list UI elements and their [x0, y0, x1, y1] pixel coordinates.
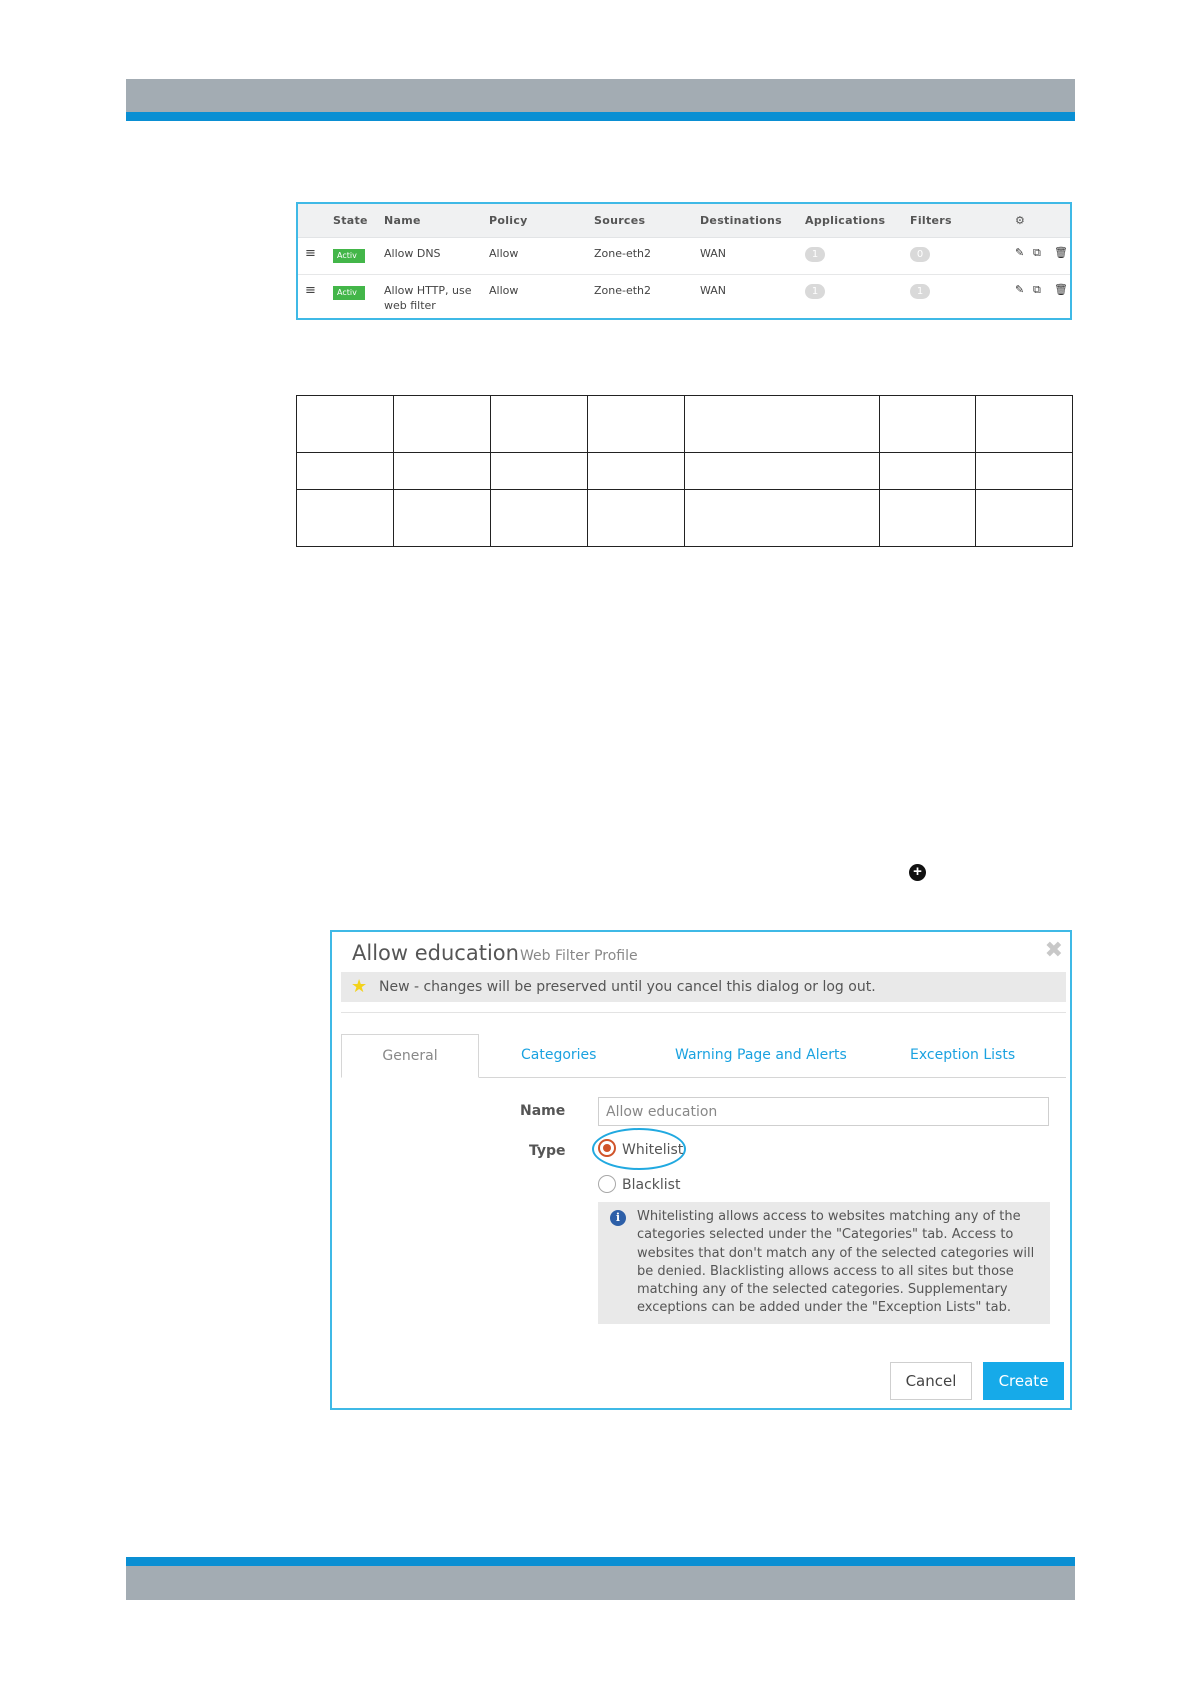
column-header-sources[interactable]: Sources	[594, 214, 645, 227]
rule-destinations: WAN	[700, 247, 727, 260]
copy-icon[interactable]: ⧉	[1033, 246, 1041, 260]
table-row: ≡ Activ Allow DNS Allow Zone-eth2 WAN 1 …	[298, 237, 1070, 275]
info-icon: i	[610, 1210, 626, 1226]
whitelist-radio[interactable]	[598, 1139, 616, 1157]
whitelist-label[interactable]: Whitelist	[622, 1142, 683, 1158]
star-icon: ★	[351, 976, 368, 997]
delete-icon[interactable]: 🗑	[1054, 283, 1068, 296]
column-header-destinations[interactable]: Destinations	[700, 214, 782, 227]
page-header-bar	[126, 79, 1075, 112]
column-header-state[interactable]: State	[333, 214, 368, 227]
tab-exception-lists[interactable]: Exception Lists	[910, 1047, 1015, 1063]
gear-icon[interactable]: ⚙	[1015, 214, 1025, 227]
filters-count: 1	[910, 284, 930, 299]
divider	[341, 1012, 1066, 1013]
firewall-rules-table: State Name Policy Sources Destinations A…	[296, 202, 1072, 320]
rule-name: Allow DNS	[384, 247, 441, 260]
rule-policy: Allow	[489, 247, 519, 260]
blacklist-label[interactable]: Blacklist	[622, 1177, 680, 1193]
name-input[interactable]	[598, 1097, 1049, 1126]
web-filter-profile-dialog: Allow education Web Filter Profile ✖ ★ N…	[330, 930, 1072, 1410]
menu-icon[interactable]: ≡	[305, 283, 316, 298]
rule-destinations: WAN	[700, 284, 727, 297]
empty-table	[296, 395, 1073, 547]
dialog-title: Allow education	[352, 941, 519, 965]
tab-categories[interactable]: Categories	[521, 1047, 596, 1063]
status-badge: Activ	[333, 286, 365, 300]
blacklist-radio[interactable]	[598, 1175, 616, 1193]
rule-sources: Zone-eth2	[594, 247, 652, 260]
add-icon: +	[909, 864, 926, 881]
page-header-stripe	[126, 112, 1075, 121]
edit-icon[interactable]: ✎	[1015, 246, 1024, 259]
table-header: State Name Policy Sources Destinations A…	[298, 204, 1070, 238]
column-header-name[interactable]: Name	[384, 214, 421, 227]
page-footer-stripe	[126, 1557, 1075, 1566]
column-header-filters[interactable]: Filters	[910, 214, 952, 227]
applications-count: 1	[805, 284, 825, 299]
tab-warning-page-and-alerts[interactable]: Warning Page and Alerts	[675, 1047, 847, 1063]
notice-bar: ★ New - changes will be preserved until …	[341, 972, 1066, 1002]
page-footer-bar	[126, 1566, 1075, 1600]
tab-general[interactable]: General	[341, 1034, 479, 1078]
rule-name: Allow HTTP, use	[384, 284, 472, 297]
name-label: Name	[520, 1103, 566, 1119]
create-button[interactable]: Create	[983, 1362, 1064, 1400]
copy-icon[interactable]: ⧉	[1033, 283, 1041, 297]
dialog-subtitle: Web Filter Profile	[520, 948, 638, 964]
menu-icon[interactable]: ≡	[305, 246, 316, 261]
applications-count: 1	[805, 247, 825, 262]
filters-count: 0	[910, 247, 930, 262]
close-icon[interactable]: ✖	[1045, 938, 1063, 963]
column-header-applications[interactable]: Applications	[805, 214, 885, 227]
edit-icon[interactable]: ✎	[1015, 283, 1024, 296]
rule-sources: Zone-eth2	[594, 284, 652, 297]
status-badge: Activ	[333, 249, 365, 263]
type-label: Type	[529, 1143, 566, 1159]
info-text: Whitelisting allows access to websites m…	[637, 1209, 1035, 1316]
rule-name-continued: web filter	[384, 299, 436, 312]
rule-policy: Allow	[489, 284, 519, 297]
info-box: i Whitelisting allows access to websites…	[598, 1202, 1050, 1324]
cancel-button[interactable]: Cancel	[890, 1362, 972, 1400]
delete-icon[interactable]: 🗑	[1054, 246, 1068, 259]
column-header-policy[interactable]: Policy	[489, 214, 528, 227]
table-row: ≡ Activ Allow HTTP, use web filter Allow…	[298, 275, 1070, 320]
tabs-divider	[479, 1077, 1066, 1078]
notice-text: New - changes will be preserved until yo…	[379, 979, 876, 995]
